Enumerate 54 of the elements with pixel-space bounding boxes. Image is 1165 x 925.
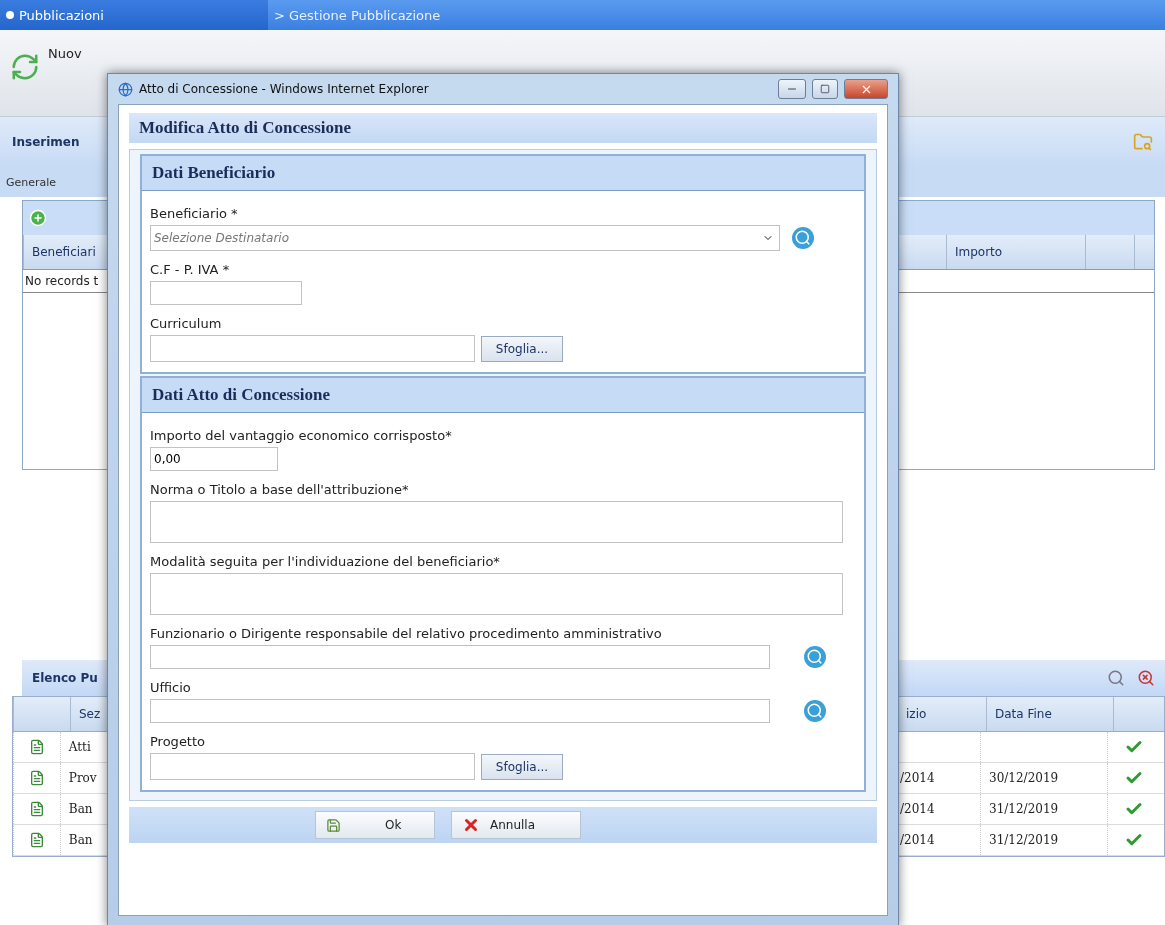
input-field[interactable]: [150, 281, 302, 305]
recipient-combobox[interactable]: Selezione Destinatario: [150, 225, 780, 251]
document-icon: [28, 770, 45, 786]
text-area[interactable]: [150, 573, 843, 615]
field-label: Progetto: [150, 734, 207, 749]
document-icon: [28, 801, 45, 817]
maximize-icon: [820, 84, 830, 94]
document-icon: [28, 832, 45, 848]
field-label: Curriculum: [150, 316, 223, 331]
section-title: Dati Beneficiario: [142, 156, 864, 191]
bullet-icon: [6, 11, 14, 19]
field-label: Modalità seguita per l'individuazione del beneficiario*: [150, 554, 501, 569]
ok-button[interactable]: Ok: [315, 811, 435, 839]
table-cell: 31/12/2019: [980, 794, 1107, 824]
input-field[interactable]: [150, 699, 770, 723]
minimize-button[interactable]: [778, 79, 806, 99]
file-path-field[interactable]: [150, 753, 475, 780]
section-title: Pubblicazioni: [19, 7, 104, 23]
section-title: Dati Atto di Concessione: [142, 378, 864, 413]
panel-title: Elenco Pu: [32, 671, 98, 685]
field-label: Norma o Titolo a base dell'attribuzione*: [150, 482, 410, 497]
field-label: C.F - P. IVA *: [150, 262, 231, 277]
search-icon[interactable]: [804, 646, 826, 668]
field-label: Beneficiario *: [150, 206, 239, 221]
panel-title: Inserimen: [12, 135, 80, 149]
browse-button[interactable]: Sfoglia...: [481, 335, 563, 362]
document-icon: [28, 739, 45, 755]
table-cell: 31/12/2019: [980, 825, 1107, 855]
field-label: Ufficio: [150, 680, 192, 695]
search-icon[interactable]: [792, 227, 814, 249]
maximize-button[interactable]: [812, 79, 838, 99]
cancel-button[interactable]: Annulla: [451, 811, 581, 839]
file-path-field[interactable]: [150, 335, 475, 362]
input-field[interactable]: [150, 645, 770, 669]
search-icon[interactable]: [804, 700, 826, 722]
field-label: Funzionario o Dirigente responsabile del relativo procedimento amministrativo: [150, 626, 663, 641]
table-cell: 30/12/2019: [980, 763, 1107, 793]
close-button[interactable]: [844, 79, 888, 99]
clear-search-icon[interactable]: [1137, 669, 1155, 687]
browse-button[interactable]: Sfoglia...: [481, 753, 563, 780]
search-icon[interactable]: [1107, 669, 1125, 687]
cross-icon: [462, 816, 480, 834]
browser-icon: [118, 81, 133, 97]
refresh-icon[interactable]: [10, 52, 40, 82]
dialog-heading: Modifica Atto di Concessione: [129, 113, 877, 143]
window-title: Atto di Concessione - Windows Internet Explorer: [139, 82, 430, 96]
field-label: Importo del vantaggio economico corrisposto*: [150, 428, 453, 443]
text-area[interactable]: [150, 501, 843, 543]
save-icon: [326, 817, 341, 833]
input-field[interactable]: 0,00: [150, 447, 278, 471]
column-header[interactable]: Data Fine: [986, 697, 1113, 731]
add-icon[interactable]: [29, 209, 47, 227]
folder-search-icon[interactable]: [1133, 132, 1153, 152]
toolbar-button[interactable]: Nuov: [48, 46, 82, 61]
